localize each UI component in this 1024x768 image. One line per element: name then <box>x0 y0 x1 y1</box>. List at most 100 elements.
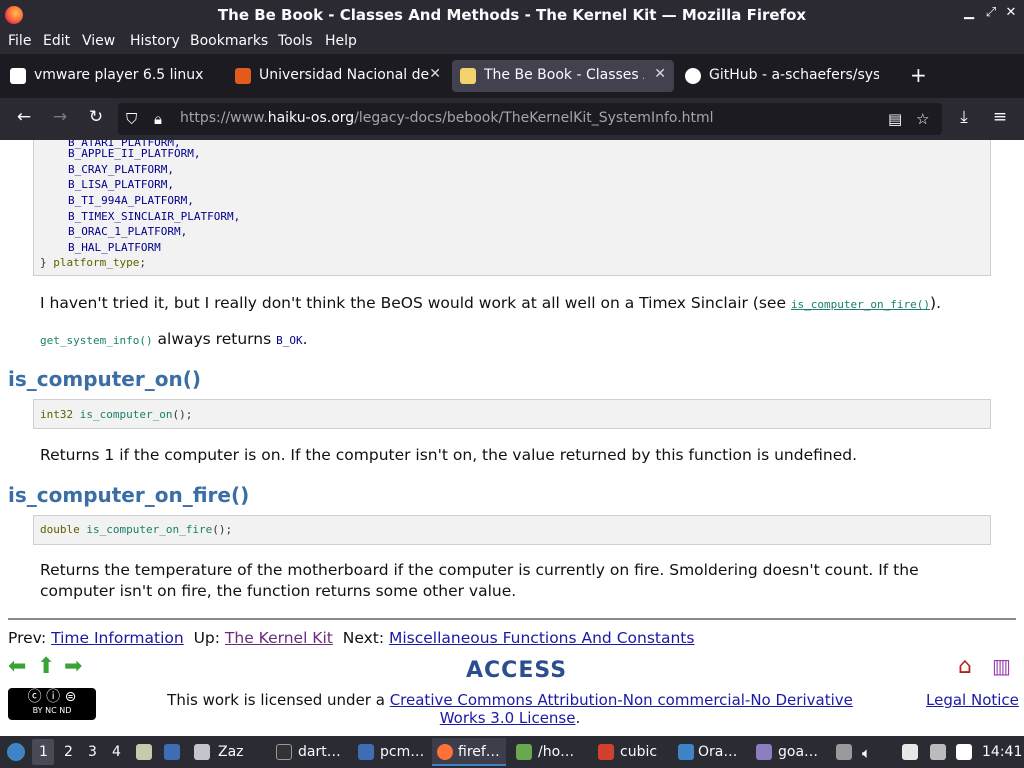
code-line: B_LISA_PLATFORM, <box>68 178 174 191</box>
prev-arrow-icon[interactable]: ⬅ <box>8 654 26 679</box>
code-line: B_TIMEX_SINCLAIR_PLATFORM, <box>68 210 241 223</box>
haiku-icon <box>460 68 476 84</box>
tab-label: vmware player 6.5 linux <box>34 67 204 83</box>
home-icon[interactable]: ⌂ <box>958 654 972 679</box>
workspace-3[interactable]: 3 <box>88 744 97 760</box>
paragraph-get-system-info: get_system_info() always returns B_OK. <box>40 330 308 348</box>
legal-notice-link[interactable]: Legal Notice <box>926 691 1019 709</box>
paragraph-timex: I haven't tried it, but I really don't t… <box>40 294 941 312</box>
github-icon <box>685 68 701 84</box>
url-text[interactable]: https://www.haiku-os.org/legacy-docs/beb… <box>180 110 714 126</box>
clipboard-icon[interactable] <box>836 744 852 760</box>
paragraph-is-computer-on-fire-2: computer isn't on fire, the function ret… <box>40 582 517 600</box>
taskbar-item-dart[interactable]: dart… <box>298 744 341 760</box>
file-manager-icon[interactable] <box>136 744 152 760</box>
shield-icon[interactable]: ⛉ <box>126 110 137 128</box>
next-arrow-icon[interactable]: ➡ <box>64 654 82 679</box>
archive-icon <box>516 744 532 760</box>
code-line: B_ORAC_1_PLATFORM, <box>68 225 188 238</box>
code-line: B_HAL_PLATFORM <box>68 241 161 254</box>
display-icon[interactable] <box>930 744 946 760</box>
cc-license-badge[interactable]: ⓒ ⓘ ⊜ BY NC ND <box>8 688 96 720</box>
window-title: The Be Book - Classes And Methods - The … <box>217 6 807 24</box>
menu-file[interactable]: File <box>8 33 31 49</box>
notes-icon[interactable] <box>902 744 918 760</box>
volume-icon[interactable]: 🔈︎ <box>862 744 871 762</box>
access-logo: ACCESS <box>466 658 568 683</box>
menu-bookmarks[interactable]: Bookmarks <box>190 33 268 49</box>
bookmark-star-icon[interactable]: ☆ <box>916 110 929 128</box>
code-block-enum: B_ATARI_PLATFORM, B_APPLE_II_PLATFORM, B… <box>33 140 991 276</box>
index-books-icon[interactable]: ▥ <box>992 654 1011 678</box>
reader-view-icon[interactable]: ▤ <box>888 110 902 128</box>
clock[interactable]: 14:41 <box>982 744 1022 760</box>
next-link[interactable]: Miscellaneous Functions And Constants <box>389 629 694 647</box>
close-tab-icon[interactable]: ✕ <box>429 66 441 82</box>
image-icon <box>756 744 772 760</box>
prev-link[interactable]: Time Information <box>51 629 184 647</box>
start-menu-icon[interactable] <box>7 743 25 761</box>
tab-label: Universidad Nacional de <box>259 67 429 83</box>
code-block-is-computer-on: int32 is_computer_on(); <box>33 399 991 429</box>
code-block-is-computer-on-fire: double is_computer_on_fire(); <box>33 515 991 545</box>
license-link[interactable]: Creative Commons Attribution-Non commerc… <box>390 691 853 727</box>
lock-icon[interactable]: 🔒︎ <box>154 110 162 128</box>
close-tab-icon[interactable]: ✕ <box>654 66 666 82</box>
minimize-icon[interactable]: ▁ <box>960 5 978 20</box>
reload-icon[interactable]: ↻ <box>84 107 108 127</box>
code-line: } platform_type; <box>40 256 146 269</box>
new-tab-icon[interactable]: + <box>910 63 927 87</box>
taskbar-item-goa[interactable]: goa… <box>778 744 818 760</box>
footer-navigation: Prev: Time Information Up: The Kernel Ki… <box>8 629 695 647</box>
network-icon[interactable] <box>956 744 972 760</box>
forward-icon[interactable]: → <box>48 107 72 127</box>
taskbar-item-firefox[interactable]: firef… <box>458 744 500 760</box>
back-icon[interactable]: ← <box>12 107 36 127</box>
window-titlebar: The Be Book - Classes And Methods - The … <box>0 0 1024 30</box>
google-icon <box>10 68 26 84</box>
tab-label: GitHub - a-schaefers/syst <box>709 67 879 83</box>
taskbar-item-cubic[interactable]: cubic <box>620 744 657 760</box>
up-link[interactable]: The Kernel Kit <box>225 629 333 647</box>
menu-help[interactable]: Help <box>325 33 357 49</box>
is-computer-on-fire-link[interactable]: is_computer_on_fire() <box>791 298 930 311</box>
paragraph-is-computer-on-fire-1: Returns the temperature of the motherboa… <box>40 561 919 579</box>
close-window-icon[interactable]: ✕ <box>1002 5 1020 20</box>
code-line: double is_computer_on_fire(); <box>40 523 233 536</box>
workspace-4[interactable]: 4 <box>112 744 121 760</box>
menu-edit[interactable]: Edit <box>43 33 70 49</box>
maximize-icon[interactable]: ⤢ <box>982 5 1000 20</box>
code-line: B_CRAY_PLATFORM, <box>68 163 174 176</box>
taskbar-item-zaz[interactable]: Zaz <box>218 744 244 760</box>
desktop-icon[interactable] <box>164 744 180 760</box>
app-menu-icon[interactable]: ≡ <box>988 107 1012 127</box>
url-bar[interactable]: ⛉ 🔒︎ https://www.haiku-os.org/legacy-doc… <box>118 103 942 135</box>
divider <box>8 618 1016 620</box>
license-text: This work is licensed under a Creative C… <box>167 691 853 727</box>
nav-bar: ← → ↻ ⛉ 🔒︎ https://www.haiku-os.org/lega… <box>0 98 1024 140</box>
menu-bar: File Edit View History Bookmarks Tools H… <box>0 30 1024 54</box>
monitor-icon <box>678 744 694 760</box>
taskbar-item-ora[interactable]: Ora… <box>698 744 737 760</box>
tab-vmware[interactable]: vmware player 6.5 linux <box>2 60 224 92</box>
workspace-1[interactable]: 1 <box>39 744 48 760</box>
folder-icon <box>358 744 374 760</box>
page-content: B_ATARI_PLATFORM, B_APPLE_II_PLATFORM, B… <box>0 140 1024 736</box>
menu-view[interactable]: View <box>82 33 115 49</box>
menu-tools[interactable]: Tools <box>278 33 313 49</box>
menu-history[interactable]: History <box>130 33 180 49</box>
up-arrow-icon[interactable]: ⬆ <box>37 654 55 679</box>
tab-bebook[interactable]: The Be Book - Classes An ✕ <box>452 60 674 92</box>
heading-is-computer-on: is_computer_on() <box>8 367 201 391</box>
university-icon <box>235 68 251 84</box>
cc-icons: ⓒ ⓘ ⊜ <box>27 689 77 705</box>
tab-github[interactable]: GitHub - a-schaefers/syst <box>677 60 899 92</box>
taskbar-item-home[interactable]: /ho… <box>538 744 574 760</box>
tab-universidad[interactable]: Universidad Nacional de ✕ <box>227 60 449 92</box>
code-line: B_APPLE_II_PLATFORM, <box>68 147 201 160</box>
window-icon <box>194 744 210 760</box>
workspace-2[interactable]: 2 <box>64 744 73 760</box>
code-line: B_TI_994A_PLATFORM, <box>68 194 194 207</box>
taskbar-item-pcm[interactable]: pcm… <box>380 744 424 760</box>
downloads-icon[interactable]: ⤓ <box>952 107 976 127</box>
